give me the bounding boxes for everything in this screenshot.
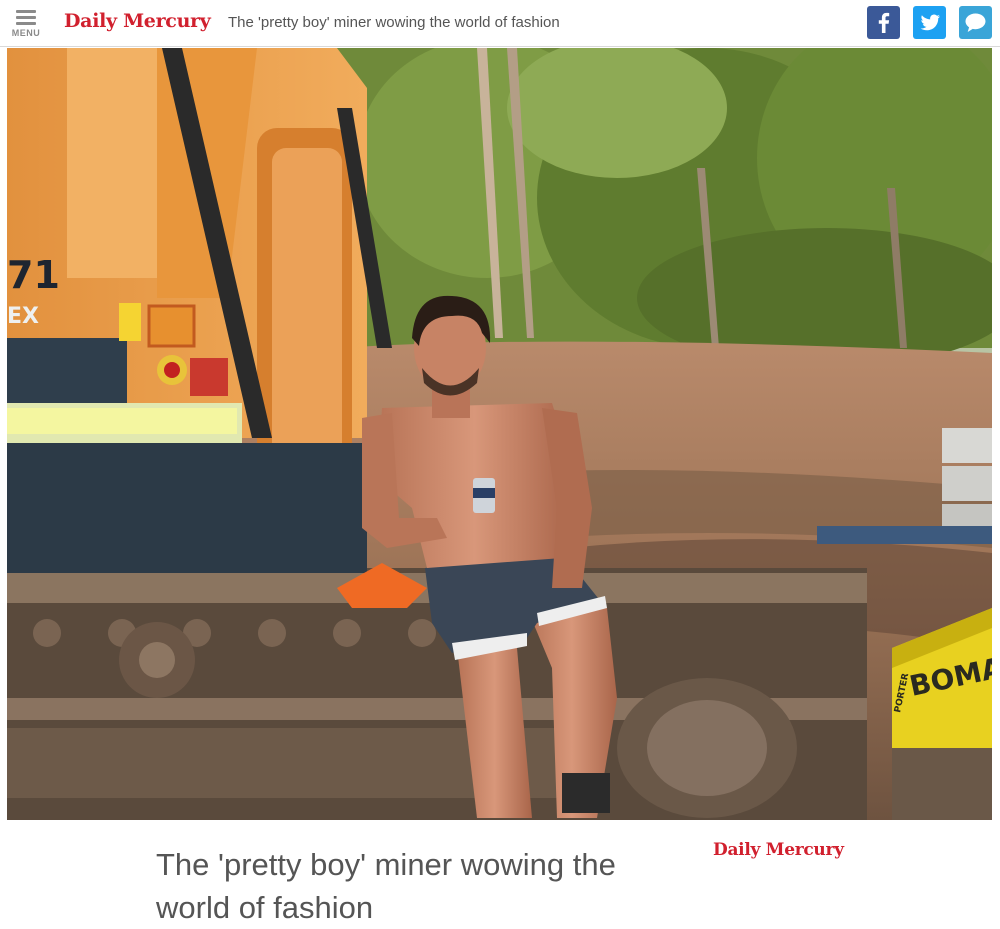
machine-model-text: EX [7,304,39,329]
twitter-share-button[interactable] [913,6,946,39]
brand-logo[interactable]: Daily Mercury [64,10,211,32]
comment-button[interactable] [959,6,992,39]
source-logo[interactable]: Daily Mercury [713,840,844,860]
hero-image: 71 EX BOMAG PORTER [7,48,992,820]
machine-number-text: 71 [7,253,60,297]
article-title: The 'pretty boy' miner wowing the world … [156,847,616,925]
facebook-share-button[interactable] [867,6,900,39]
menu-label: MENU [11,28,41,38]
comment-icon [965,13,986,32]
twitter-icon [920,14,940,31]
top-bar: MENU Daily Mercury The 'pretty boy' mine… [0,0,1000,47]
hamburger-icon [16,10,36,28]
menu-button[interactable]: MENU [9,8,43,40]
header-headline: The 'pretty boy' miner wowing the world … [228,14,560,31]
facebook-icon [878,12,890,33]
